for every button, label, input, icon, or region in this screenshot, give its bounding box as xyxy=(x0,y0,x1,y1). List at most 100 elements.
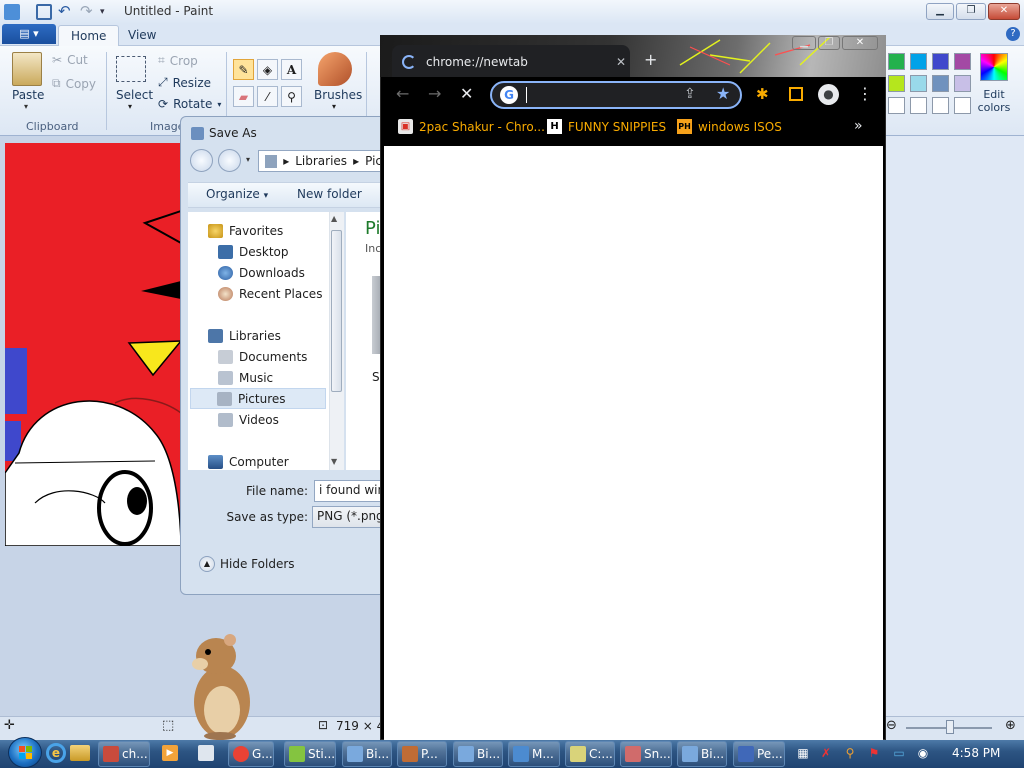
scroll-down-icon[interactable]: ▼ xyxy=(331,457,337,466)
media-player-icon[interactable]: ▶ xyxy=(162,745,178,761)
tab-close-icon[interactable]: ✕ xyxy=(616,55,626,69)
nav-computer[interactable]: Computer xyxy=(208,451,348,472)
taskbar-clock[interactable]: 4:58 PM xyxy=(952,746,1000,760)
crop-button[interactable]: ⌗ Crop xyxy=(158,53,198,68)
navpane-scroll-thumb[interactable] xyxy=(331,230,342,392)
paint-app-icon[interactable] xyxy=(4,4,20,20)
bookmark-item[interactable]: PH windows ISOS xyxy=(677,119,782,134)
back-button[interactable] xyxy=(190,149,213,172)
address-bar[interactable]: G xyxy=(490,81,742,109)
chrome-page-content[interactable] xyxy=(384,146,883,740)
nav-favorites[interactable]: Favorites xyxy=(208,220,348,241)
chrome-menu-icon[interactable]: ⋮ xyxy=(857,84,873,103)
extensions-icon[interactable]: ✱ xyxy=(756,85,769,103)
zoom-in-icon[interactable]: ⊕ xyxy=(1005,718,1016,733)
zoom-out-icon[interactable]: ⊖ xyxy=(886,718,897,733)
color-swatch[interactable] xyxy=(910,75,927,92)
tab-view[interactable]: View xyxy=(116,25,168,46)
nav-pictures[interactable]: Pictures xyxy=(190,388,326,409)
text-tool-icon[interactable]: A xyxy=(281,59,302,80)
taskbar-item[interactable]: ch... xyxy=(98,741,150,767)
brushes-icon[interactable] xyxy=(318,52,352,86)
color-picker-icon[interactable]: ⁄ xyxy=(257,86,278,107)
share-icon[interactable]: ⇪ xyxy=(684,86,696,102)
brushes-button[interactable]: Brushes xyxy=(314,88,362,102)
paint-menu-button[interactable]: ▤ ▾ xyxy=(2,24,56,44)
chrome-tab[interactable]: chrome://newtab ✕ xyxy=(392,45,630,78)
taskbar-item[interactable]: G... xyxy=(228,741,274,767)
hide-folders-button[interactable]: Hide Folders xyxy=(220,557,295,571)
hide-folders-chevron-icon[interactable]: ▲ xyxy=(199,556,215,572)
taskbar-item[interactable]: Bi... xyxy=(677,741,727,767)
organize-button[interactable]: Organize ▾ xyxy=(206,187,268,201)
taskbar-item[interactable]: P... xyxy=(397,741,447,767)
bookmark-item[interactable]: H FUNNY SNIPPIES xyxy=(547,119,666,134)
select-icon[interactable] xyxy=(116,56,146,82)
save-as-type-select[interactable]: PNG (*.png) xyxy=(312,506,383,528)
color-swatch[interactable] xyxy=(888,53,905,70)
calculator-icon[interactable] xyxy=(198,745,214,761)
paint-maximize-button[interactable]: ❐ xyxy=(956,3,986,20)
brushes-dropdown-icon[interactable]: ▾ xyxy=(332,102,336,111)
select-dropdown-icon[interactable]: ▾ xyxy=(128,102,132,111)
taskbar-item[interactable]: Pe... xyxy=(733,741,785,767)
tray-tool-icon[interactable]: ✗ xyxy=(818,745,834,761)
paint-minimize-button[interactable]: ▁ xyxy=(926,3,954,20)
customize-qat-icon[interactable]: ▾ xyxy=(100,4,116,20)
new-folder-button[interactable]: New folder xyxy=(297,187,362,201)
start-button[interactable] xyxy=(8,737,42,768)
folder-label[interactable]: S xyxy=(372,370,380,384)
color-swatch-empty[interactable] xyxy=(954,97,971,114)
chrome-minimize-button[interactable]: ▁ xyxy=(792,36,816,50)
new-tab-icon[interactable]: + xyxy=(644,50,657,69)
file-name-input[interactable]: i found win xyxy=(314,480,383,502)
stop-loading-icon[interactable]: ✕ xyxy=(460,84,473,103)
select-button[interactable]: Select xyxy=(116,88,153,102)
edit-colors-icon[interactable] xyxy=(980,53,1008,81)
tray-network-icon[interactable]: ▭ xyxy=(891,745,907,761)
tab-home[interactable]: Home xyxy=(58,25,120,46)
taskbar-item[interactable]: Bi... xyxy=(342,741,392,767)
save-icon[interactable] xyxy=(36,4,52,20)
magnifier-icon[interactable]: ⚲ xyxy=(281,86,302,107)
cut-button[interactable]: ✂ Cut xyxy=(52,53,88,67)
bookmark-star-icon[interactable]: ★ xyxy=(716,84,730,103)
eraser-icon[interactable]: ▰ xyxy=(233,86,254,107)
fill-icon[interactable]: ◈ xyxy=(257,59,278,80)
paste-button[interactable]: Paste xyxy=(12,88,44,102)
edit-colors-button[interactable]: Edit colors xyxy=(977,88,1011,114)
color-swatch-empty[interactable] xyxy=(888,97,905,114)
pencil-icon[interactable]: ✎ xyxy=(233,59,254,80)
tray-volume-icon[interactable]: ◉ xyxy=(915,745,931,761)
taskbar-item[interactable]: Sti... xyxy=(284,741,336,767)
copy-button[interactable]: ⧉ Copy xyxy=(52,76,96,91)
color-swatch[interactable] xyxy=(888,75,905,92)
redo-icon[interactable]: ↷ xyxy=(80,4,96,20)
nav-libraries[interactable]: Libraries xyxy=(208,325,348,346)
color-swatch[interactable] xyxy=(910,53,927,70)
taskbar-item[interactable]: M... xyxy=(508,741,560,767)
tray-app-icon[interactable]: ▦ xyxy=(795,745,811,761)
bookmark-item[interactable]: ▣ 2pac Shakur - Chro... xyxy=(398,119,545,134)
color-swatch[interactable] xyxy=(932,53,949,70)
forward-arrow-icon[interactable]: → xyxy=(428,84,441,103)
color-swatch[interactable] xyxy=(954,75,971,92)
help-icon[interactable]: ? xyxy=(1006,27,1020,41)
chrome-close-button[interactable]: ✕ xyxy=(842,36,878,50)
recent-pages-dropdown-icon[interactable]: ▾ xyxy=(246,155,250,164)
address-breadcrumb[interactable]: ▸ Libraries ▸ Pic xyxy=(258,150,383,172)
taskbar-item[interactable]: Sn... xyxy=(620,741,672,767)
paste-icon[interactable] xyxy=(12,52,42,86)
paste-dropdown-icon[interactable]: ▾ xyxy=(24,102,28,111)
internet-explorer-icon[interactable]: e xyxy=(46,743,66,763)
profile-avatar-icon[interactable]: ● xyxy=(818,84,839,105)
color-swatch-empty[interactable] xyxy=(932,97,949,114)
taskbar-item[interactable]: Bi... xyxy=(453,741,503,767)
rotate-button[interactable]: ⟳ Rotate ▾ xyxy=(158,97,221,111)
forward-button[interactable] xyxy=(218,149,241,172)
chrome-restore-button[interactable]: ❐ xyxy=(818,36,840,50)
drawing-canvas[interactable] xyxy=(5,143,181,546)
tray-flag-icon[interactable]: ⚑ xyxy=(866,745,882,761)
tray-search-icon[interactable]: ⚲ xyxy=(842,745,858,761)
zoom-slider-thumb[interactable] xyxy=(946,720,954,734)
